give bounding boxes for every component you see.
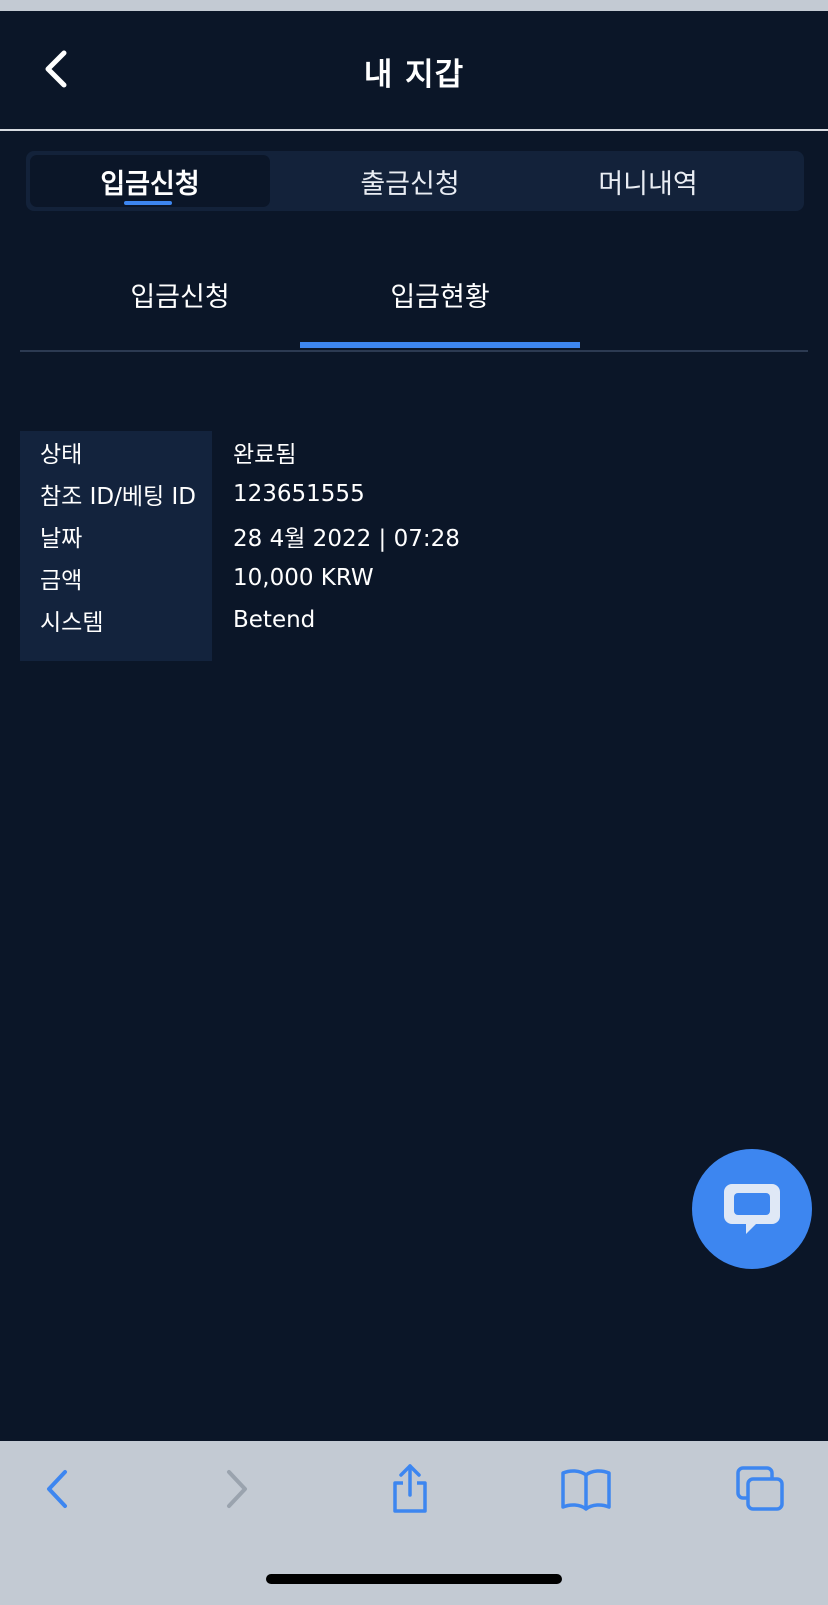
status-value: 완료됨 <box>233 442 297 468</box>
tabs-icon <box>736 1466 784 1511</box>
detail-row-amount: 금액 10,000 KRW <box>20 557 808 599</box>
detail-row-date: 날짜 28 4월 2022 | 07:28 <box>20 515 808 557</box>
chat-bubble-icon <box>724 1184 780 1234</box>
tab-label: 머니내역 <box>598 168 698 200</box>
tab-money-history[interactable]: 머니내역 <box>528 155 768 207</box>
detail-row-status: 상태 완료됨 <box>20 431 808 473</box>
active-subtab-indicator <box>300 342 580 348</box>
subtab-deposit-request[interactable]: 입금신청 <box>40 270 320 318</box>
detail-row-reference-id: 참조 ID/베팅 ID 123651555 <box>20 473 808 515</box>
chevron-left-icon <box>47 1470 67 1508</box>
tab-label: 입금신청 <box>100 168 200 200</box>
wallet-page: 내 지갑 입금신청 출금신청 머니내역 입금신청 입금현황 상태 완료됨 참조 … <box>0 0 828 1605</box>
header: 내 지갑 <box>0 11 828 131</box>
detail-key: 날짜 <box>40 526 83 552</box>
subtab-label: 입금현황 <box>390 281 490 313</box>
chevron-right-icon <box>227 1470 247 1508</box>
tab-withdraw-request[interactable]: 출금신청 <box>290 155 530 207</box>
chat-button[interactable] <box>692 1149 812 1269</box>
subtab-label: 입금신청 <box>130 281 230 313</box>
detail-key: 시스템 <box>40 610 104 636</box>
share-button[interactable] <box>380 1463 440 1515</box>
tab-deposit-request[interactable]: 입금신청 <box>30 155 270 207</box>
browser-forward-button[interactable] <box>206 1463 266 1515</box>
page-title: 내 지갑 <box>363 57 465 93</box>
detail-row-system: 시스템 Betend <box>20 599 808 641</box>
subtab-deposit-status[interactable]: 입금현황 <box>300 270 580 348</box>
share-icon <box>393 1464 427 1513</box>
detail-key: 상태 <box>40 442 83 468</box>
amount-value: 10,000 KRW <box>233 565 374 591</box>
home-indicator <box>266 1574 562 1584</box>
deposit-detail-table: 상태 완료됨 참조 ID/베팅 ID 123651555 날짜 28 4월 20… <box>20 431 808 661</box>
active-tab-underline <box>124 201 172 205</box>
status-bar-strip <box>0 0 828 11</box>
tabs-button[interactable] <box>730 1463 790 1515</box>
detail-key: 참조 ID/베팅 ID <box>40 484 196 510</box>
sub-tab-bar: 입금신청 입금현황 <box>20 250 808 352</box>
system-value: Betend <box>233 607 316 633</box>
browser-back-button[interactable] <box>28 1463 88 1515</box>
bookmarks-button[interactable] <box>556 1463 616 1515</box>
main-tab-bar: 입금신청 출금신청 머니내역 <box>26 151 804 211</box>
tab-label: 출금신청 <box>360 168 460 200</box>
reference-id-value: 123651555 <box>233 481 365 507</box>
date-value: 28 4월 2022 | 07:28 <box>233 526 460 552</box>
book-icon <box>561 1469 611 1511</box>
detail-key: 금액 <box>40 568 83 594</box>
